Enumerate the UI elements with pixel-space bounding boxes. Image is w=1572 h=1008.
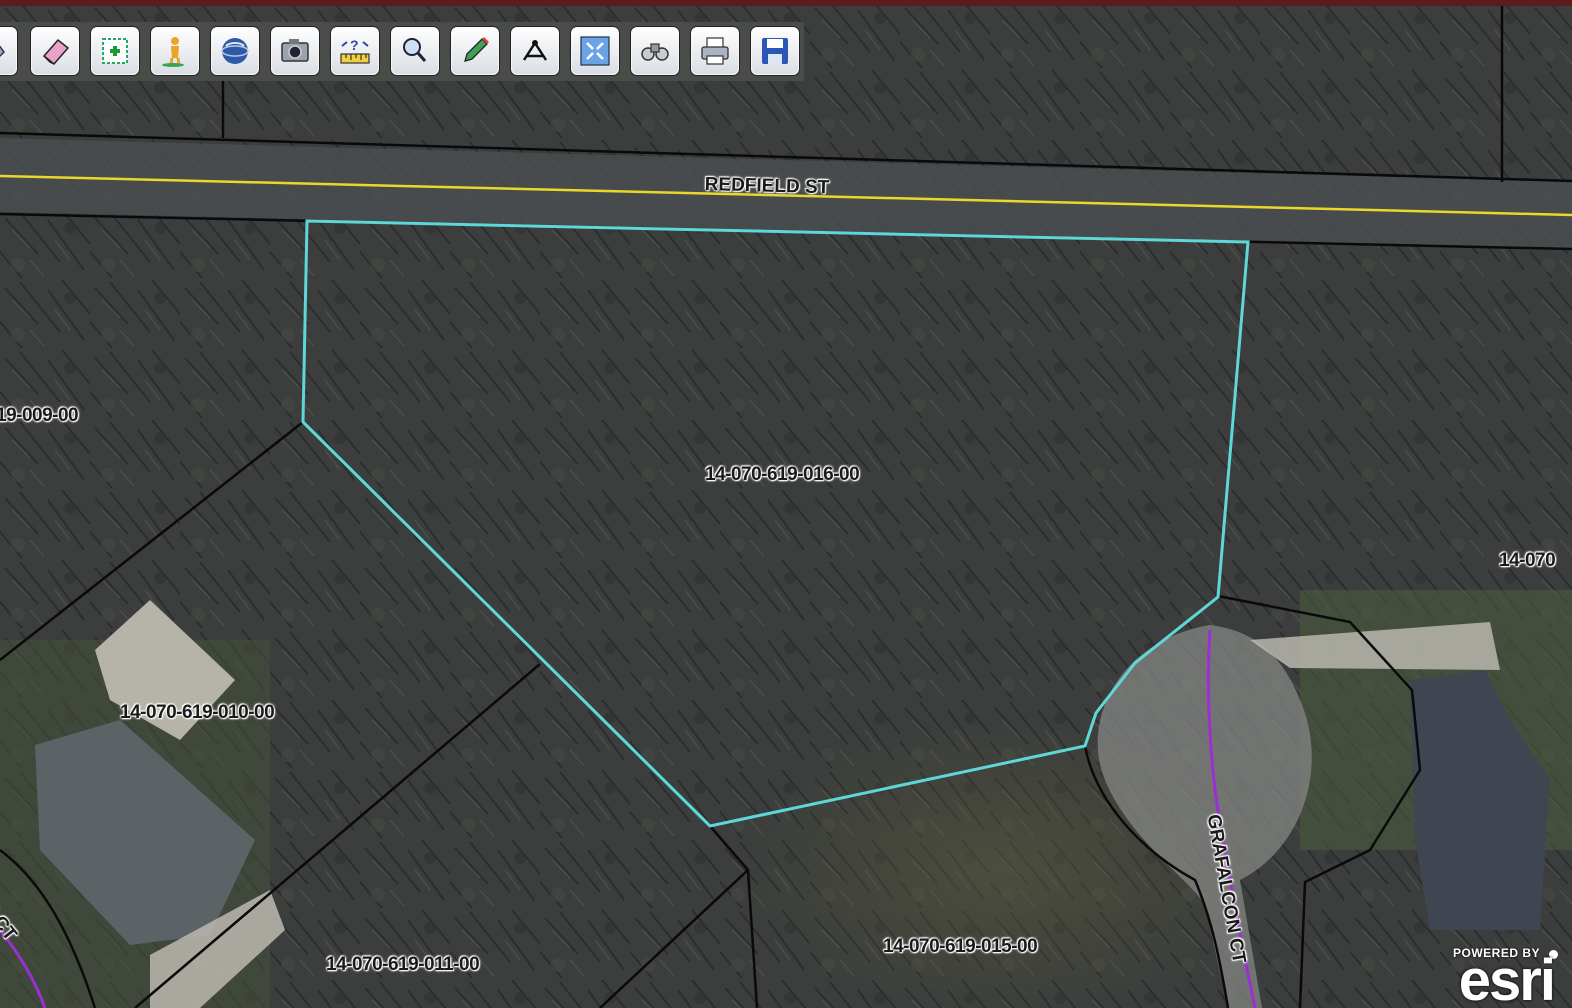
measure-ruler-icon: ?	[340, 37, 370, 64]
app-top-bar	[0, 0, 1572, 6]
survey-button[interactable]	[510, 26, 560, 76]
svg-text:?: ?	[350, 37, 359, 53]
full-extent-button[interactable]	[570, 26, 620, 76]
map-viewer[interactable]: 19-009-00 14-070-619-016-00 14-070-619-0…	[0, 0, 1572, 1008]
full-extent-icon	[580, 36, 610, 66]
esri-logo: esri	[1458, 948, 1556, 1008]
printer-icon	[701, 37, 729, 65]
camera-icon	[281, 39, 309, 62]
eraser-icon	[42, 38, 70, 66]
globe-button[interactable]	[210, 26, 260, 76]
pan-tool-button[interactable]	[0, 26, 18, 76]
save-button[interactable]	[750, 26, 800, 76]
map-canvas[interactable]	[0, 0, 1572, 1008]
select-parcels-icon	[102, 38, 128, 64]
measure-button[interactable]: ?	[330, 26, 380, 76]
binoculars-icon	[641, 43, 669, 61]
photo-button[interactable]	[270, 26, 320, 76]
draw-button[interactable]	[450, 26, 500, 76]
selected-parcel-label[interactable]: 14-070-619-016-00	[705, 464, 860, 486]
xy-search-icon	[403, 38, 427, 62]
xy-search-button[interactable]	[390, 26, 440, 76]
map-toolbar: ?	[0, 22, 804, 81]
esri-attribution: POWERED BY esri	[1428, 946, 1558, 1008]
parcel-label[interactable]: 19-009-00	[0, 405, 79, 427]
eraser-button[interactable]	[30, 26, 80, 76]
pan-hand-icon	[0, 45, 5, 58]
select-parcels-button[interactable]	[90, 26, 140, 76]
print-button[interactable]	[690, 26, 740, 76]
pencil-icon	[464, 37, 489, 62]
survey-point-icon	[522, 40, 548, 61]
parcel-label[interactable]: 14-070-619-015-00	[883, 936, 1038, 958]
parcel-label[interactable]: 14-070-619-011-00	[326, 954, 480, 976]
street-label-redfield: REDFIELD ST	[704, 174, 830, 199]
binoculars-button[interactable]	[630, 26, 680, 76]
save-disk-icon	[762, 38, 788, 64]
parcel-label[interactable]: 14-070-619-010-00	[120, 702, 275, 724]
globe-icon	[221, 38, 249, 64]
street-view-person-icon	[162, 37, 184, 67]
street-view-button[interactable]	[150, 26, 200, 76]
parcel-label[interactable]: 14-070	[1499, 550, 1556, 572]
